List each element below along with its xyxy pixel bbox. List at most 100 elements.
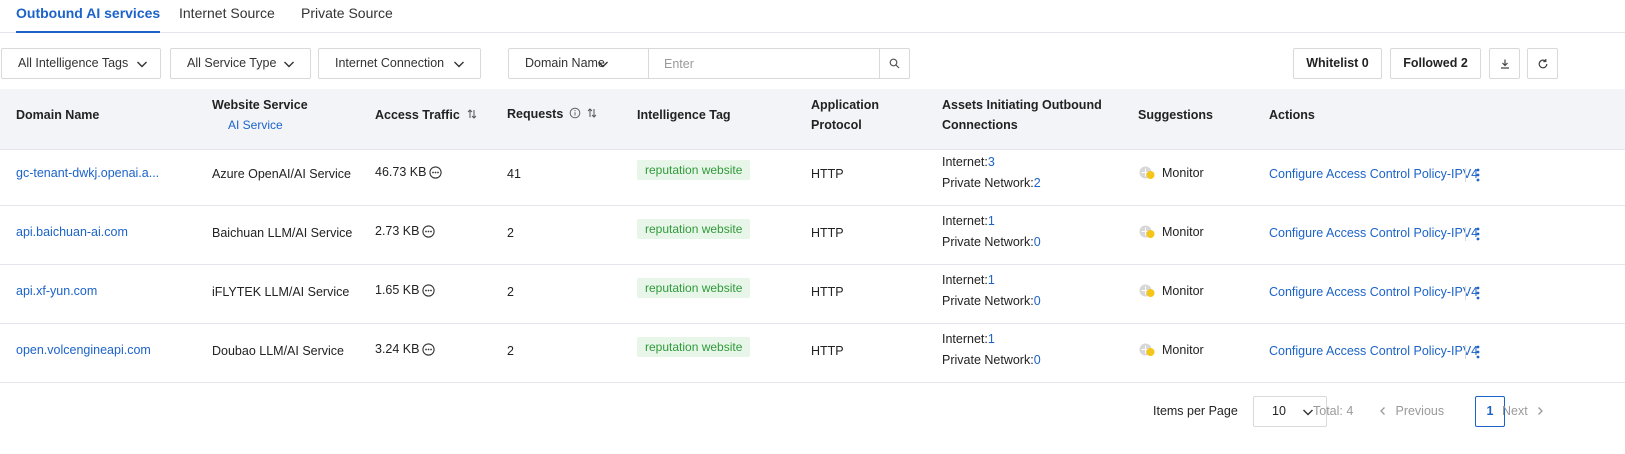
- private-count-link[interactable]: 2: [1034, 176, 1041, 190]
- tab-bar: Outbound AI services Internet Source Pri…: [0, 0, 1625, 33]
- private-count-link[interactable]: 0: [1034, 353, 1041, 367]
- domain-link[interactable]: api.xf-yun.com: [16, 284, 97, 298]
- col-access-traffic-label: Access Traffic: [375, 108, 460, 122]
- table-row: api.baichuan-ai.com Baichuan LLM/AI Servi…: [0, 204, 1625, 265]
- more-vertical-icon: [1476, 345, 1480, 359]
- requests-count: 41: [507, 167, 521, 181]
- col-application-protocol: Application Protocol: [811, 95, 879, 135]
- chevron-down-icon: [284, 61, 294, 68]
- whitelist-button[interactable]: Whitelist 0: [1293, 48, 1382, 79]
- private-count-link[interactable]: 0: [1034, 294, 1041, 308]
- private-network-label: Private Network:: [942, 176, 1034, 190]
- more-circle-icon[interactable]: [422, 343, 436, 356]
- domain-link[interactable]: api.baichuan-ai.com: [16, 225, 128, 239]
- tab-private-source[interactable]: Private Source: [301, 0, 393, 33]
- more-actions-button[interactable]: [1470, 167, 1486, 183]
- configure-policy-link[interactable]: Configure Access Control Policy-IPV4: [1269, 226, 1478, 240]
- total-count: Total: 4: [1313, 404, 1354, 418]
- configure-policy-link[interactable]: Configure Access Control Policy-IPV4: [1269, 344, 1478, 358]
- table-header: Domain Name Website Service AI Service A…: [0, 89, 1625, 150]
- suggestion: Monitor: [1138, 225, 1204, 239]
- col-actions: Actions: [1269, 108, 1315, 122]
- intelligence-tag-badge: reputation website: [637, 160, 751, 180]
- internet-assets: Internet:1: [942, 332, 995, 346]
- refresh-button[interactable]: [1527, 48, 1558, 79]
- sort-icon[interactable]: [586, 107, 598, 119]
- suggestion: Monitor: [1138, 343, 1204, 357]
- chevron-down-icon: [137, 61, 147, 68]
- configure-policy-link[interactable]: Configure Access Control Policy-IPV4: [1269, 285, 1478, 299]
- chevron-down-icon: [598, 61, 608, 68]
- more-circle-icon[interactable]: [422, 225, 436, 238]
- more-vertical-icon: [1476, 168, 1480, 182]
- search-field-select[interactable]: Domain Name: [509, 49, 649, 78]
- internet-count-link[interactable]: 1: [988, 214, 995, 228]
- suggestion: Monitor: [1138, 166, 1204, 180]
- more-actions-button[interactable]: [1470, 285, 1486, 301]
- more-circle-icon[interactable]: [429, 166, 443, 179]
- more-vertical-icon: [1476, 227, 1480, 241]
- intelligence-tags-dropdown[interactable]: All Intelligence Tags: [1, 48, 161, 79]
- info-icon[interactable]: [569, 107, 581, 119]
- chevron-right-icon: [1538, 407, 1544, 415]
- intelligence-tags-value: All Intelligence Tags: [18, 56, 129, 70]
- download-button[interactable]: [1489, 48, 1520, 79]
- private-count-link[interactable]: 0: [1034, 235, 1041, 249]
- private-network-assets: Private Network:2: [942, 176, 1041, 190]
- tab-outbound-ai-services[interactable]: Outbound AI services: [16, 0, 161, 33]
- more-actions-button[interactable]: [1470, 344, 1486, 360]
- website-service: Doubao LLM/AI Service: [212, 344, 345, 358]
- internet-label: Internet:: [942, 332, 988, 346]
- tab-internet-source[interactable]: Internet Source: [179, 0, 275, 33]
- suggestion-label: Monitor: [1162, 343, 1204, 357]
- website-service: Azure OpenAI/AI Service: [212, 167, 351, 181]
- suggestion-label: Monitor: [1162, 225, 1204, 239]
- search-input[interactable]: [650, 49, 880, 78]
- action-divider: [1465, 286, 1466, 300]
- service-type-dropdown[interactable]: All Service Type: [170, 48, 311, 79]
- connection-dropdown[interactable]: Internet Connection: [318, 48, 481, 79]
- page-1-button[interactable]: 1: [1475, 396, 1505, 427]
- search-icon: [889, 58, 900, 69]
- access-traffic-value: 1.65 KB: [375, 283, 420, 297]
- previous-button[interactable]: Previous: [1378, 404, 1444, 418]
- chevron-left-icon: [1380, 407, 1385, 415]
- internet-count-link[interactable]: 1: [988, 273, 995, 287]
- col-access-traffic[interactable]: Access Traffic: [375, 105, 478, 125]
- col-website-service-sub: AI Service: [228, 118, 283, 132]
- table-row: api.xf-yun.com iFLYTEK LLM/AI Service 1.65…: [0, 263, 1625, 324]
- next-button[interactable]: Next: [1502, 404, 1545, 418]
- domain-link[interactable]: gc-tenant-dwkj.openai.a...: [16, 166, 159, 180]
- private-network-label: Private Network:: [942, 353, 1034, 367]
- internet-count-link[interactable]: 1: [988, 332, 995, 346]
- search-button[interactable]: [879, 49, 909, 78]
- configure-policy-link[interactable]: Configure Access Control Policy-IPV4: [1269, 167, 1478, 181]
- items-per-page-value: 10: [1272, 404, 1286, 418]
- internet-count-link[interactable]: 3: [988, 155, 995, 169]
- domain-link[interactable]: open.volcengineapi.com: [16, 343, 151, 357]
- access-traffic: 46.73 KB: [375, 165, 443, 179]
- website-service: Baichuan LLM/AI Service: [212, 226, 353, 240]
- col-protocol-line1: Application: [811, 98, 880, 112]
- col-requests[interactable]: Requests: [507, 104, 598, 124]
- sort-icon[interactable]: [466, 108, 478, 120]
- col-assets-line2: Connections: [942, 118, 1018, 132]
- suggestion: Monitor: [1138, 284, 1204, 298]
- more-vertical-icon: [1476, 286, 1480, 300]
- more-circle-icon[interactable]: [422, 284, 436, 297]
- more-actions-button[interactable]: [1470, 226, 1486, 242]
- private-network-label: Private Network:: [942, 235, 1034, 249]
- refresh-icon: [1538, 58, 1547, 68]
- internet-label: Internet:: [942, 155, 988, 169]
- search-box: Domain Name: [508, 48, 910, 79]
- monitor-status-icon: [1139, 343, 1155, 356]
- suggestion-label: Monitor: [1162, 284, 1204, 298]
- followed-button[interactable]: Followed 2: [1390, 48, 1481, 79]
- monitor-status-icon: [1139, 225, 1155, 238]
- application-protocol: HTTP: [811, 344, 844, 358]
- col-requests-label: Requests: [507, 107, 564, 121]
- requests-count: 2: [507, 344, 514, 358]
- table-row: gc-tenant-dwkj.openai.a... Azure OpenAI/A…: [0, 145, 1625, 206]
- application-protocol: HTTP: [811, 285, 844, 299]
- table-row: open.volcengineapi.com Doubao LLM/AI Serv…: [0, 322, 1625, 383]
